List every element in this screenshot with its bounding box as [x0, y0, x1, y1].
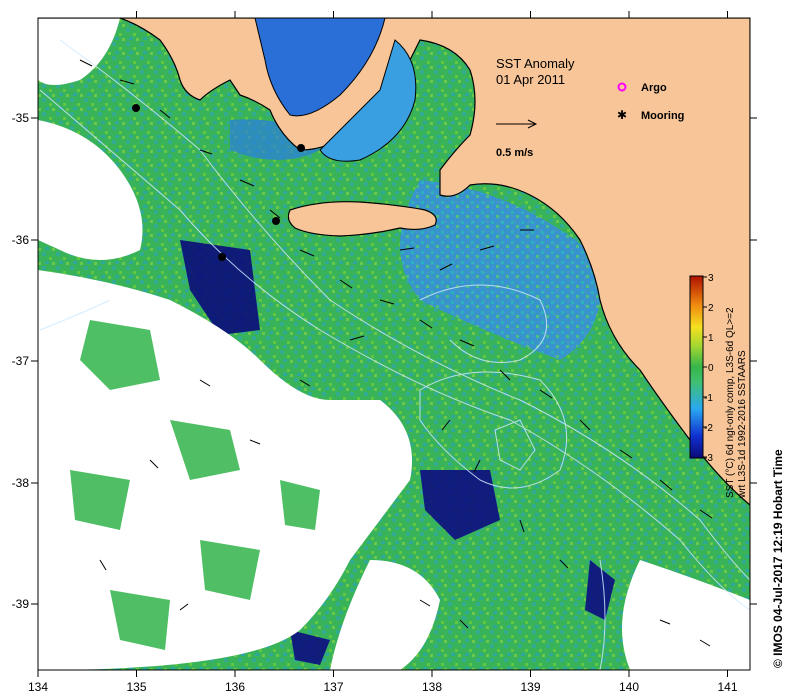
y-tick-label: -37 — [12, 354, 30, 368]
x-tick-label: 140 — [619, 680, 639, 694]
x-tick-label: 134 — [28, 680, 48, 694]
colorbar-tick: -1 — [704, 393, 713, 404]
x-tick-label: 139 — [520, 680, 540, 694]
colorbar-tick: 1 — [708, 333, 714, 344]
map-title: SST Anomaly — [496, 56, 575, 71]
x-tick-label: 141 — [717, 680, 737, 694]
colorbar-scale — [689, 275, 704, 459]
mooring-marker[interactable] — [272, 217, 280, 225]
y-tick-label: -38 — [12, 476, 30, 490]
colorbar-tick: -2 — [704, 423, 713, 434]
mooring-marker[interactable] — [297, 144, 305, 152]
x-tick-label: 136 — [225, 680, 245, 694]
x-tick-label: 138 — [422, 680, 442, 694]
x-axis-labels: 134 135 136 137 138 139 140 141 — [28, 680, 738, 694]
mooring-marker[interactable] — [218, 253, 226, 261]
x-tick-label: 137 — [323, 680, 343, 694]
colorbar-tick: -3 — [704, 453, 713, 464]
mooring-legend-icon: ✱ — [617, 108, 627, 122]
mooring-marker[interactable] — [132, 104, 140, 112]
colorbar-caption-reference: wrt L3S-1d 1992-2016 SSTAARS — [737, 350, 748, 499]
colorbar-tick: 2 — [708, 303, 714, 314]
colorbar-tick: 0 — [708, 363, 714, 374]
map-date: 01 Apr 2011 — [496, 72, 565, 87]
y-tick-label: -36 — [12, 233, 30, 247]
x-tick-label: 135 — [126, 680, 146, 694]
imos-credit: © IMOS 04-Jul-2017 12:19 Hobart Time — [771, 449, 785, 668]
colorbar-tick: 3 — [708, 273, 714, 284]
mooring-legend-label: Mooring — [641, 110, 684, 122]
argo-legend-label: Argo — [641, 82, 667, 94]
colorbar-caption: SST (°C) 6d ngt-only comp, L3S-6d QL>=2 — [725, 307, 736, 498]
velocity-scale-label: 0.5 m/s — [496, 147, 533, 159]
y-tick-label: -35 — [12, 111, 30, 125]
y-tick-label: -39 — [12, 597, 30, 611]
sst-anomaly-map: 134 135 136 137 138 139 140 141 -35 -36 … — [12, 11, 785, 694]
y-axis-labels: -35 -36 -37 -38 -39 — [12, 111, 30, 611]
